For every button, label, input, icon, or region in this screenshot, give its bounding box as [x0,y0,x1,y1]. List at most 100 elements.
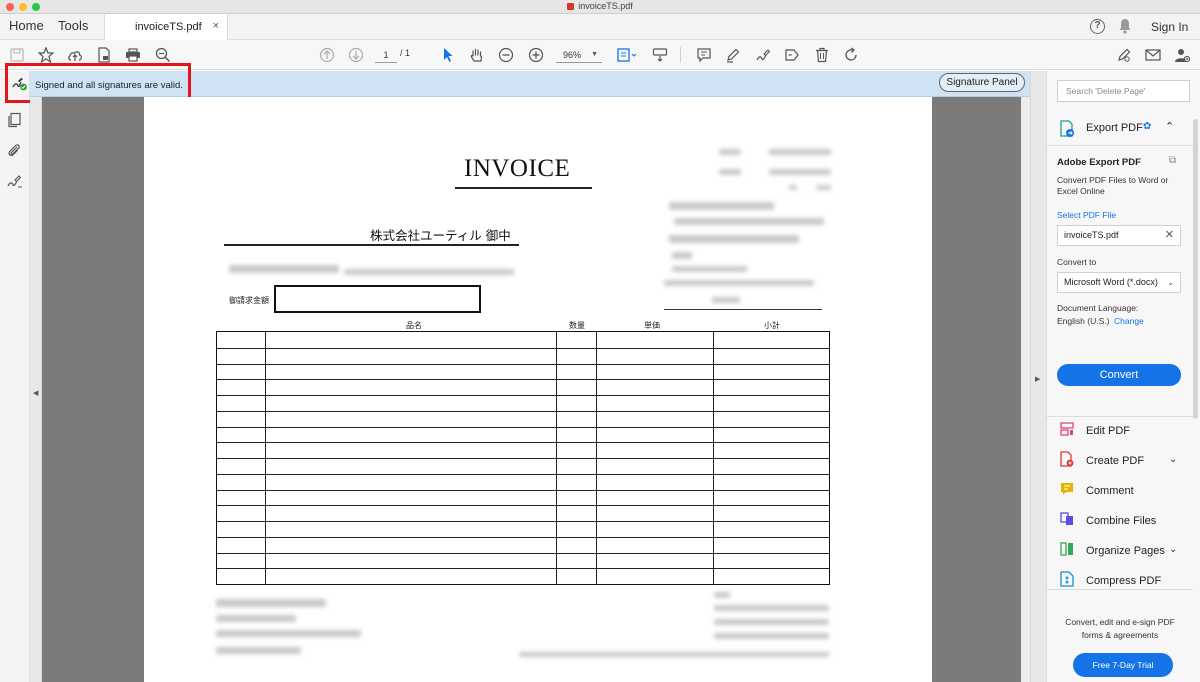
tool-create-pdf[interactable]: Create PDF ⌄ [1059,451,1189,471]
bookmark-star-icon[interactable] [36,45,56,65]
tool-organize-pages[interactable]: Organize Pages ⌄ [1059,541,1189,561]
sign-pen-icon[interactable] [1114,45,1134,65]
tool-label: Comment [1086,485,1134,497]
upsell-text: Convert, edit and e-sign PDF forms & agr… [1065,617,1175,640]
print-icon[interactable] [123,45,143,65]
upsell-footer: Convert, edit and e-sign PDF forms & agr… [1047,589,1193,682]
copy-icon[interactable]: ⧉ [1169,155,1176,166]
redacted-text [519,652,829,657]
pdf-file-icon [567,3,575,11]
delete-trash-icon[interactable] [812,45,832,65]
tab-document[interactable]: invoiceTS.pdf × [104,14,228,40]
tool-label: Organize Pages [1086,545,1165,557]
redacted-text [674,218,824,225]
table-row-divider [217,379,829,380]
create-pdf-icon [1060,451,1074,467]
signatures-icon[interactable] [6,174,24,193]
table-row-divider [217,395,829,396]
right-panel-toggle[interactable]: ▶ [1030,71,1046,682]
panel-divider [1047,416,1193,417]
zoom-level-select[interactable]: 96% ▼ [556,47,602,63]
client-name: 株式会社ユーティル 御中 [370,228,511,243]
select-pdf-file-link[interactable]: Select PDF File [1057,210,1116,220]
clear-file-icon[interactable]: ✕ [1165,226,1174,245]
tool-comment[interactable]: Comment [1059,481,1189,501]
close-tab-icon[interactable]: × [213,20,219,32]
notification-bell-icon[interactable] [1118,18,1132,34]
free-trial-button[interactable]: Free 7-Day Trial [1073,653,1173,677]
chevron-up-icon[interactable]: ⌃ [1165,120,1174,133]
fill-sign-icon[interactable] [753,45,773,65]
rotate-icon[interactable] [841,45,861,65]
sign-in-link[interactable]: Sign In [1151,20,1188,34]
convert-format-select[interactable]: Microsoft Word (*.docx) ⌄ [1057,272,1181,293]
previous-page-icon[interactable] [317,45,337,65]
settings-gear-icon[interactable]: ✿ [1143,121,1151,132]
zoom-out-icon[interactable] [496,45,516,65]
send-for-signature-icon[interactable] [782,45,802,65]
invoice-line-table [216,331,830,585]
next-page-icon[interactable] [346,45,366,65]
redacted-text [216,599,326,607]
pdf-page: INVOICE 株式会社ユーティル 御中 御請求金額 品名 数量 単価 小計 [144,97,932,682]
tools-pane: Search 'Delete Page' Export PDF ✿ ⌃ Adob… [1046,71,1200,682]
redacted-text [769,169,831,175]
selected-file-field[interactable]: invoiceTS.pdf ✕ [1057,225,1181,246]
window-title-text: invoiceTS.pdf [578,1,633,11]
hand-tool-icon[interactable] [467,45,487,65]
attachments-paperclip-icon[interactable] [6,142,22,161]
page-number-input[interactable]: 1 [375,47,397,63]
table-row-divider [217,553,829,554]
highlight-pen-icon[interactable] [723,45,743,65]
document-viewport[interactable]: INVOICE 株式会社ユーティル 御中 御請求金額 品名 数量 単価 小計 [42,97,1030,682]
share-user-icon[interactable] [1172,45,1192,65]
zoom-level-value: 96% [563,50,582,60]
tool-combine-files[interactable]: Combine Files [1059,511,1189,531]
tool-edit-pdf[interactable]: Edit PDF [1059,421,1189,441]
tools-search-input[interactable]: Search 'Delete Page' [1057,80,1190,102]
header-quantity: 数量 [569,321,585,330]
invoice-title: INVOICE [464,155,571,182]
tab-tools[interactable]: Tools [58,18,88,33]
window-title: invoiceTS.pdf [0,1,1200,11]
organize-pages-icon [1060,542,1073,556]
client-underline [224,244,519,246]
redacted-text [714,605,829,611]
convert-button[interactable]: Convert [1057,364,1181,386]
chevron-down-icon[interactable]: ⌄ [1169,544,1177,555]
upload-cloud-icon[interactable] [65,45,85,65]
page-display-icon[interactable] [614,45,640,65]
protect-file-icon[interactable] [94,45,114,65]
left-navigation-rail [0,71,30,682]
zoom-in-icon[interactable] [526,45,546,65]
compress-pdf-icon [1060,571,1074,587]
chevron-down-icon[interactable]: ⌄ [1169,454,1177,465]
export-pdf-title[interactable]: Export PDF [1086,122,1143,134]
change-language-link[interactable]: Change [1114,316,1144,326]
redacted-text [669,235,799,243]
chevron-down-icon: ⌄ [1167,278,1174,287]
mail-icon[interactable] [1143,45,1163,65]
tools-pane-scrollbar[interactable] [1193,119,1198,419]
page-thumbnails-icon[interactable] [6,112,22,131]
page-total: / 1 [400,48,411,58]
redacted-text [229,265,339,273]
tab-home[interactable]: Home [9,18,44,33]
tool-compress-pdf[interactable]: Compress PDF [1059,571,1189,591]
redacted-text [672,266,747,272]
table-row-divider [217,458,829,459]
comment-icon[interactable] [694,45,714,65]
table-row-divider [217,568,829,569]
select-cursor-icon[interactable] [438,45,458,65]
find-text-icon[interactable] [153,45,173,65]
help-icon[interactable]: ? [1090,19,1105,34]
save-icon[interactable] [7,45,27,65]
keyboard-scroll-icon[interactable] [650,45,670,65]
document-scrollbar[interactable] [1021,97,1030,682]
export-pdf-icon [1059,120,1075,141]
left-panel-toggle[interactable]: ◀ [30,97,42,682]
tab-document-label: invoiceTS.pdf [135,21,202,33]
tool-label: Edit PDF [1086,425,1131,437]
signature-panel-button[interactable]: Signature Panel [939,73,1025,92]
redacted-text [672,252,692,259]
